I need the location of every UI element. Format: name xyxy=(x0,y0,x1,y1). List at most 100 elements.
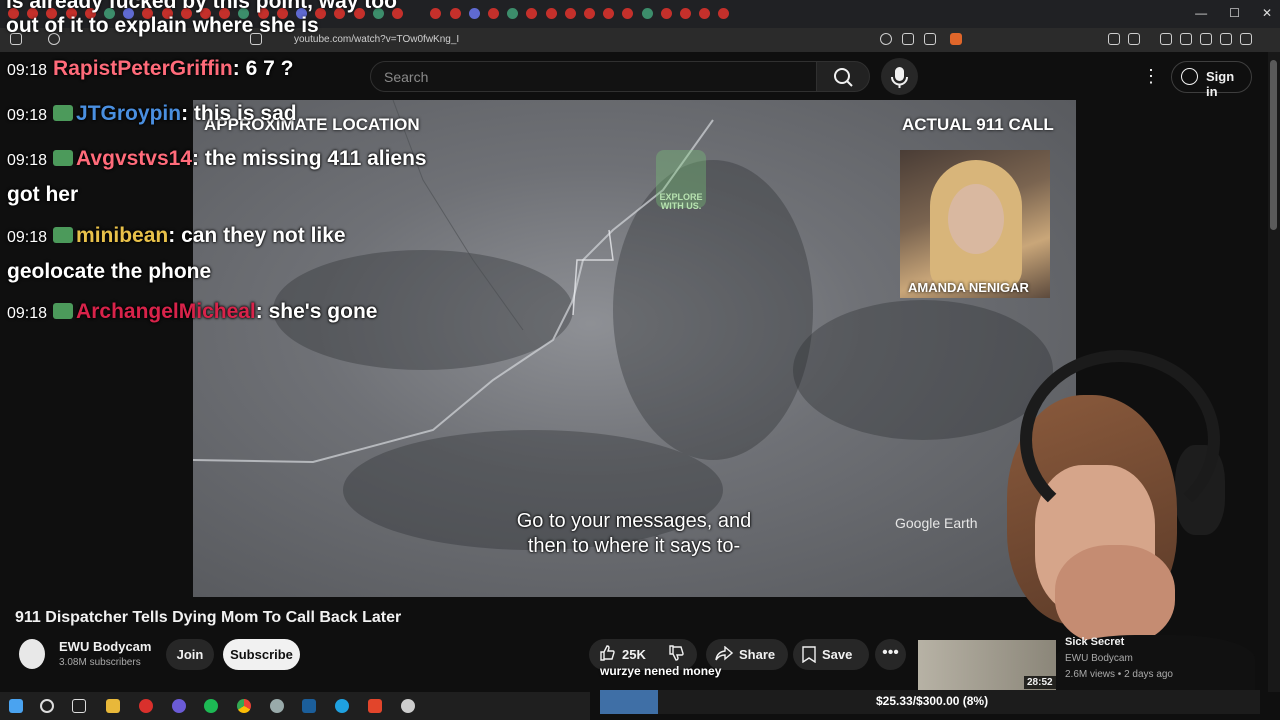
chat-message: 09:18 minibean: can they not like geoloca… xyxy=(7,219,407,289)
thumbs-up-icon[interactable] xyxy=(599,645,615,661)
chat-separator: : xyxy=(192,147,205,170)
chat-separator: : xyxy=(168,224,182,247)
settings-menu-icon[interactable]: ⋮ xyxy=(1142,66,1160,87)
recommended-video-channel: EWU Bodycam xyxy=(1065,653,1133,664)
ai-icon[interactable] xyxy=(1220,33,1232,45)
task-view-icon[interactable] xyxy=(72,699,86,713)
panel-icon[interactable] xyxy=(1180,33,1192,45)
browser-tab-favicon[interactable] xyxy=(545,8,557,19)
thumbs-down-icon[interactable] xyxy=(668,645,684,661)
close-button[interactable]: ✕ xyxy=(1262,6,1272,20)
media-icon[interactable] xyxy=(1160,33,1172,45)
chat-timestamp: 09:18 xyxy=(7,62,48,79)
chat-text: she's gone xyxy=(268,300,378,323)
spotify-icon[interactable] xyxy=(204,699,218,713)
brave-shield-icon[interactable] xyxy=(950,33,962,45)
chat-separator: : xyxy=(255,300,269,323)
more-actions-button[interactable]: ••• xyxy=(875,639,906,670)
chat-badge-icon xyxy=(53,303,74,319)
taskbar-search-icon[interactable] xyxy=(40,699,54,713)
search-icon xyxy=(834,68,853,87)
join-button[interactable]: Join xyxy=(166,639,214,670)
chat-username: Avgvstvs14 xyxy=(76,147,193,170)
donation-goal-fill xyxy=(600,690,658,714)
browser-tab-favicon[interactable] xyxy=(660,8,672,19)
extensions-icon[interactable] xyxy=(1108,33,1120,45)
donation-alert-text: wurzye nened money xyxy=(600,664,722,678)
share-icon xyxy=(715,646,733,661)
overlay-caption: is already fucked by this point, way too… xyxy=(6,0,397,37)
voice-search-button[interactable] xyxy=(881,58,918,95)
browser-tab-favicon[interactable] xyxy=(488,8,499,19)
actual-911-call-label: ACTUAL 911 CALL xyxy=(902,115,1054,134)
chat-message: 09:18 Avgvstvs14: the missing 411 aliens … xyxy=(7,142,427,212)
browser-tab-favicon[interactable] xyxy=(449,8,461,19)
chat-timestamp: 09:18 xyxy=(7,107,48,124)
obs-icon[interactable] xyxy=(139,699,153,713)
subtitle-line: then to where it says to- xyxy=(527,535,741,557)
chat-timestamp: 09:18 xyxy=(7,305,48,322)
edge-icon[interactable] xyxy=(335,699,349,713)
search-button[interactable] xyxy=(816,61,870,92)
recommended-video-title[interactable]: Sick Secret xyxy=(1065,636,1124,648)
browser-tab-favicon[interactable] xyxy=(468,8,480,19)
subscriber-count: 3.08M subscribers xyxy=(59,657,141,668)
video-title: 911 Dispatcher Tells Dying Mom To Call B… xyxy=(15,609,402,626)
save-button[interactable]: Save xyxy=(793,639,869,670)
recommended-video-duration: 28:52 xyxy=(1024,676,1056,689)
account-icon xyxy=(1181,68,1198,85)
channel-name[interactable]: EWU Bodycam xyxy=(59,639,151,654)
photo-caption: AMANDA NENIGAR xyxy=(908,280,1029,295)
chat-separator: : xyxy=(181,102,194,125)
steam-icon[interactable] xyxy=(302,699,316,713)
os-taskbar xyxy=(0,692,590,720)
chat-username: ArchangelMicheal xyxy=(76,300,256,323)
browser-tab-favicon[interactable] xyxy=(641,8,653,19)
app-icon[interactable] xyxy=(270,699,284,713)
sidebar-icon[interactable] xyxy=(1128,33,1140,45)
vpn-icon[interactable] xyxy=(1240,33,1252,45)
browser-menu-icon[interactable] xyxy=(1258,33,1270,45)
channel-avatar[interactable] xyxy=(19,639,45,669)
chat-timestamp: 09:18 xyxy=(7,229,48,246)
subscribe-button[interactable]: Subscribe xyxy=(223,639,300,670)
chat-username: JTGroypin xyxy=(76,102,182,125)
wallet-icon[interactable] xyxy=(1200,33,1212,45)
logo-text: EXPLORE WITH US. xyxy=(659,192,703,211)
windows-start-icon[interactable] xyxy=(9,699,23,713)
victim-photo xyxy=(900,150,1050,298)
bookmark-save-icon xyxy=(802,646,816,663)
share-label: Share xyxy=(739,647,776,662)
chat-badge-icon xyxy=(53,227,74,243)
chat-badge-icon xyxy=(53,105,74,121)
cast-icon[interactable] xyxy=(902,33,914,45)
maximize-button[interactable]: ☐ xyxy=(1229,6,1240,20)
scrollbar-thumb[interactable] xyxy=(1270,60,1277,230)
browser-tab-favicon[interactable] xyxy=(680,8,691,19)
chrome-icon[interactable] xyxy=(237,699,251,713)
save-label: Save xyxy=(822,647,853,662)
brave-icon[interactable] xyxy=(368,699,382,713)
share-page-icon[interactable] xyxy=(924,33,936,45)
browser-tab-favicon[interactable] xyxy=(584,8,595,19)
subtitle-line: Go to your messages, and xyxy=(516,510,752,532)
chat-separator: : xyxy=(232,57,246,80)
browser-tab-favicon[interactable] xyxy=(564,8,576,19)
app-icon[interactable] xyxy=(401,699,415,713)
recommended-video-meta: 2.6M views • 2 days ago xyxy=(1065,669,1173,680)
chat-message: 09:18 ArchangelMicheal: she's gone xyxy=(7,295,387,331)
chat-text: 6 7 ? xyxy=(245,57,294,80)
chat-badge-icon xyxy=(53,150,74,166)
chat-timestamp: 09:18 xyxy=(7,152,48,169)
search-input[interactable]: Search xyxy=(370,61,817,92)
donation-goal-text: $25.33/$300.00 (8%) xyxy=(876,694,989,708)
minimize-button[interactable]: — xyxy=(1195,6,1207,20)
discord-icon[interactable] xyxy=(172,699,186,713)
streamer-webcam xyxy=(985,350,1280,695)
chat-username: RapistPeterGriffin xyxy=(53,57,233,80)
file-explorer-icon[interactable] xyxy=(106,699,120,713)
microphone-icon xyxy=(891,67,908,88)
like-count[interactable]: 25K xyxy=(622,647,646,662)
zoom-icon[interactable] xyxy=(880,33,892,45)
video-subtitle: Go to your messages, and then to where i… xyxy=(420,509,848,559)
